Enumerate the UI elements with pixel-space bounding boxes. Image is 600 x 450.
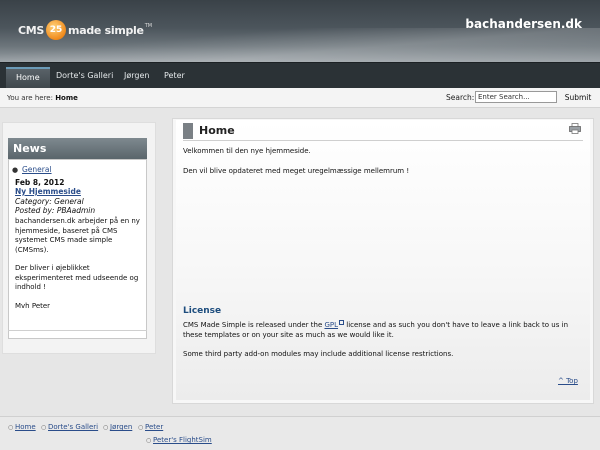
page-title: Home — [199, 124, 235, 137]
news-signature: Mvh Peter — [15, 301, 51, 310]
nav-item-jorgen[interactable]: Jørgen — [114, 67, 159, 89]
circle-bullet-icon: ○ — [146, 437, 152, 444]
news-body-paragraph: Der bliver i øjeblikket eksperimenteret … — [15, 264, 139, 291]
gpl-link[interactable]: GPL — [324, 321, 338, 329]
circle-bullet-icon: ○ — [41, 424, 47, 431]
print-icon[interactable] — [569, 123, 581, 134]
footer-link-dortes-galleri[interactable]: Dorte's Galleri — [48, 423, 98, 431]
footer-link-home[interactable]: Home — [15, 423, 36, 431]
search-submit-button[interactable]: Submit — [560, 91, 596, 104]
nav-item-peter[interactable]: Peter — [154, 67, 195, 89]
news-heading: News — [8, 138, 147, 159]
footer-sitemap: ○ Home ○ Dorte's Galleri ○ Jørgen ○ Pete… — [0, 416, 600, 450]
footer-link-peters-flightsim[interactable]: Peter's FlightSim — [153, 436, 212, 444]
news-category-link[interactable]: General — [22, 165, 52, 174]
logo-trademark: TM — [144, 23, 153, 29]
main-navigation: Home Dorte's Galleri Jørgen Peter — [0, 62, 600, 89]
news-title-link[interactable]: Ny Hjemmeside — [15, 187, 81, 196]
nav-item-home[interactable]: Home — [6, 67, 50, 89]
news-divider — [8, 330, 147, 331]
breadcrumb-prefix: You are here: — [7, 94, 53, 102]
logo-badge-icon: 25 — [46, 20, 67, 40]
license-text: CMS Made Simple is released under the GP… — [183, 320, 587, 340]
welcome-text: Velkommen til den nye hjemmeside. — [183, 147, 311, 155]
cms-logo[interactable]: CMS 25 made simple TM — [18, 18, 152, 42]
breadcrumb: You are here: Home — [7, 94, 78, 102]
main-content — [176, 120, 590, 400]
circle-bullet-icon: ○ — [103, 424, 109, 431]
title-marker — [183, 123, 193, 139]
footer-link-peter[interactable]: Peter — [145, 423, 163, 431]
update-text: Den vil blive opdateret med meget uregel… — [183, 167, 410, 175]
news-body: bachandersen.dk arbejder på en ny hjemme… — [15, 217, 143, 311]
logo-text-cms: CMS — [18, 23, 45, 37]
search-label: Search: — [446, 93, 475, 102]
nav-item-dortes-galleri[interactable]: Dorte's Galleri — [46, 67, 123, 89]
back-to-top-link[interactable]: ^ Top — [558, 377, 578, 385]
footer-link-jorgen[interactable]: Jørgen — [110, 423, 132, 431]
search-input[interactable] — [475, 91, 557, 103]
license-text-start: CMS Made Simple is released under the — [183, 321, 325, 329]
breadcrumb-current: Home — [55, 94, 78, 102]
site-header: CMS 25 made simple TM bachandersen.dk — [0, 0, 600, 62]
news-body-paragraph: bachandersen.dk arbejder på en ny hjemme… — [15, 217, 140, 254]
news-posted-by: Posted by: PBAadmin — [15, 206, 96, 215]
news-category-line: Category: General — [15, 197, 84, 206]
circle-bullet-icon: ○ — [8, 424, 14, 431]
logo-text-made-simple: made simple — [68, 23, 144, 37]
third-party-note: Some third party add-on modules may incl… — [183, 350, 454, 358]
site-name[interactable]: bachandersen.dk — [465, 17, 582, 31]
circle-bullet-icon: ○ — [138, 424, 144, 431]
breadcrumb-bar: You are here: Home Search: Submit — [0, 88, 600, 108]
title-divider — [183, 140, 583, 141]
bullet-icon: ● — [12, 166, 19, 174]
license-heading: License — [183, 306, 222, 316]
news-date: Feb 8, 2012 — [15, 178, 65, 187]
